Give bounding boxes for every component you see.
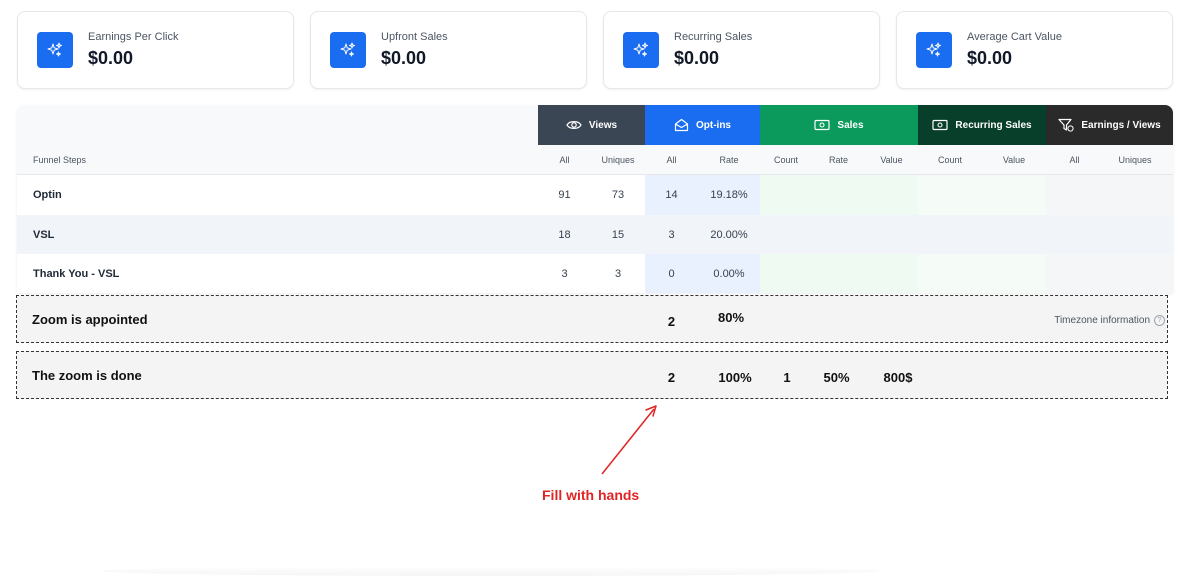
optins-all-value: 3 — [668, 229, 675, 241]
sparkles-icon — [37, 32, 73, 68]
manual-row-zoom-done[interactable]: The zoom is done 2 100% 1 50% 800$ — [16, 351, 1168, 399]
card-label: Recurring Sales — [674, 31, 753, 43]
group-label: Opt-ins — [696, 119, 731, 131]
annotation-note: Fill with hands — [542, 487, 640, 503]
sales-rate-value[interactable]: 50% — [810, 354, 863, 400]
manual-row-zoom-appointed[interactable]: Zoom is appointed 2 80% Timezone informa… — [16, 295, 1168, 343]
col-sales-count[interactable]: Count — [760, 145, 812, 174]
group-recurring-sales[interactable]: Recurring Sales — [918, 105, 1046, 145]
col-optins-all[interactable]: All — [645, 145, 698, 174]
funnel-table: Views Opt-ins Sales Recurring Sales Earn… — [17, 105, 1173, 293]
card-value: $0.00 — [967, 48, 1013, 68]
bottom-shadow — [100, 566, 880, 576]
col-recurring-value[interactable]: Value — [982, 145, 1046, 174]
eye-icon — [566, 121, 582, 129]
funnel-step-name: Optin — [33, 189, 62, 201]
sparkles-icon — [330, 32, 366, 68]
card-label: Earnings Per Click — [88, 31, 179, 43]
col-recurring-count[interactable]: Count — [918, 145, 982, 174]
optins-all-value[interactable]: 2 — [645, 354, 698, 400]
card-value: $0.00 — [88, 48, 134, 68]
card-label: Average Cart Value — [967, 31, 1062, 43]
table-row[interactable]: Optin 91 73 14 19.18% — [17, 175, 1173, 215]
group-optins[interactable]: Opt-ins — [645, 105, 760, 145]
views-uniques-value: 15 — [611, 229, 625, 241]
funnel-step-name: VSL — [33, 229, 55, 241]
col-sales-rate[interactable]: Rate — [812, 145, 865, 174]
col-earnings-uniques[interactable]: Uniques — [1103, 145, 1167, 174]
red-arrow-icon — [601, 405, 657, 475]
optins-all-value: 14 — [665, 189, 678, 201]
views-all-value: 91 — [558, 189, 571, 201]
group-label: Views — [588, 119, 618, 131]
optins-rate-value: 20.00% — [710, 229, 748, 241]
col-funnel-steps[interactable]: Funnel Steps — [33, 145, 86, 174]
views-uniques-value: 3 — [614, 268, 622, 280]
views-uniques-value: 73 — [611, 189, 625, 201]
table-row[interactable]: Thank You - VSL 3 3 0 0.00% — [17, 254, 1173, 293]
card-label: Upfront Sales — [381, 31, 448, 43]
views-all-value: 3 — [561, 268, 568, 280]
optins-rate-value: 0.00% — [713, 268, 745, 280]
sales-count-value[interactable]: 1 — [761, 354, 813, 400]
question-circle-icon[interactable]: ? — [1154, 315, 1165, 326]
banknote-icon — [932, 119, 949, 131]
column-subheader: Funnel Steps All Uniques All Rate Count … — [17, 145, 1173, 175]
table-row[interactable]: VSL 18 15 3 20.00% — [17, 215, 1173, 255]
funnel-step-name: Thank You - VSL — [33, 268, 120, 280]
funnel-step-name: Zoom is appointed — [32, 311, 148, 327]
group-label: Recurring Sales — [955, 119, 1032, 131]
banknote-icon — [814, 119, 831, 131]
optins-rate-value: 19.18% — [710, 189, 748, 201]
column-group-header: Views Opt-ins Sales Recurring Sales Earn… — [17, 105, 1173, 145]
col-views-all[interactable]: All — [538, 145, 591, 174]
envelope-open-icon — [674, 118, 689, 132]
col-earnings-all[interactable]: All — [1046, 145, 1103, 174]
group-label: Sales — [837, 119, 864, 131]
sparkles-icon — [916, 32, 952, 68]
col-optins-rate[interactable]: Rate — [698, 145, 760, 174]
group-label: Earnings / Views — [1081, 119, 1161, 131]
optins-all-value: 0 — [668, 268, 675, 280]
timezone-info[interactable]: Timezone information ? — [1054, 315, 1165, 326]
card-upfront-sales: Upfront Sales $0.00 — [310, 11, 587, 89]
group-earnings-views[interactable]: Earnings / Views — [1046, 105, 1173, 145]
views-all-value: 18 — [558, 229, 571, 241]
filter-dollar-icon — [1058, 118, 1074, 132]
col-sales-value[interactable]: Value — [865, 145, 918, 174]
card-earnings-per-click: Earnings Per Click $0.00 — [17, 11, 294, 89]
sales-value-value[interactable]: 800$ — [869, 354, 927, 400]
card-value: $0.00 — [674, 48, 720, 68]
timezone-label: Timezone information — [1054, 315, 1150, 326]
optins-rate-value[interactable]: 100% — [704, 354, 766, 400]
group-sales[interactable]: Sales — [760, 105, 918, 145]
stat-cards: Earnings Per Click $0.00 Upfront Sales $… — [17, 11, 1173, 89]
optins-rate-value[interactable]: 80% — [700, 294, 762, 340]
col-views-uniques[interactable]: Uniques — [591, 145, 645, 174]
optins-all-value[interactable]: 2 — [645, 298, 698, 344]
card-value: $0.00 — [381, 48, 427, 68]
sparkles-icon — [623, 32, 659, 68]
card-recurring-sales: Recurring Sales $0.00 — [603, 11, 880, 89]
group-views[interactable]: Views — [538, 105, 645, 145]
card-average-cart-value: Average Cart Value $0.00 — [896, 11, 1173, 89]
funnel-step-name: The zoom is done — [32, 367, 142, 383]
